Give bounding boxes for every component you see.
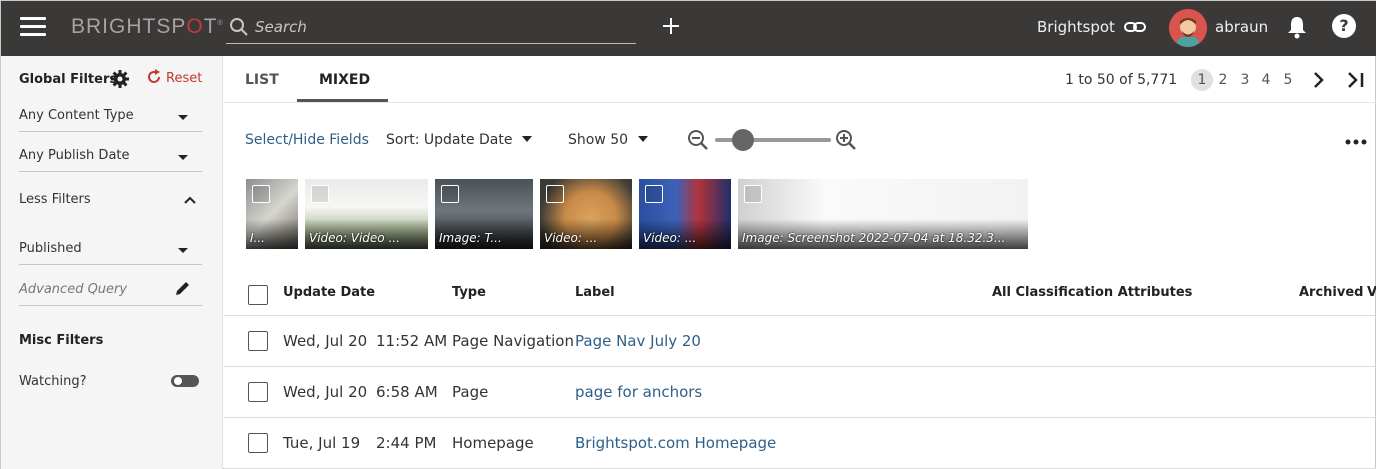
row-time: 11:52 AM <box>376 332 448 350</box>
content-type-select[interactable]: Any Content Type <box>19 108 202 132</box>
row-date: Wed, Jul 20 <box>283 332 368 350</box>
thumbnail-checkbox[interactable] <box>744 185 762 203</box>
column-header-archived[interactable]: Archived <box>1299 285 1364 300</box>
sort-dropdown[interactable]: Sort: Update Date <box>386 132 533 148</box>
page-1[interactable]: 1 <box>1191 69 1213 91</box>
row-checkbox[interactable] <box>248 433 268 453</box>
thumbnail-item[interactable]: Video: Video ... <box>305 179 428 249</box>
table-row[interactable]: Wed, Jul 20 11:52 AM Page Navigation Pag… <box>224 316 1376 367</box>
watching-toggle[interactable] <box>171 375 199 387</box>
column-header-label[interactable]: Label <box>575 285 615 300</box>
column-header-update-date[interactable]: Update Date <box>283 285 375 300</box>
chevron-down-icon <box>522 136 533 142</box>
thumbnail-caption: Image: Screenshot 2022-07-04 at 18.32.3.… <box>742 231 1006 245</box>
help-icon[interactable]: ? <box>1332 14 1356 38</box>
thumbnail-caption: Video: Video ... <box>309 231 400 245</box>
chevron-down-icon <box>178 115 188 120</box>
row-label-link[interactable]: Brightspot.com Homepage <box>575 434 776 452</box>
row-label-link[interactable]: Page Nav July 20 <box>575 332 701 350</box>
misc-filters-title: Misc Filters <box>19 333 104 348</box>
status-select[interactable]: Published <box>19 241 202 265</box>
more-options-icon[interactable] <box>1345 139 1367 145</box>
select-all-checkbox[interactable] <box>248 285 268 305</box>
page-4[interactable]: 4 <box>1256 72 1276 88</box>
show-count-dropdown[interactable]: Show 50 <box>568 132 649 148</box>
reset-label: Reset <box>166 71 203 86</box>
select-hide-fields-link[interactable]: Select/Hide Fields <box>245 132 369 148</box>
hamburger-menu-icon[interactable] <box>20 17 46 37</box>
chevron-down-icon <box>178 155 188 160</box>
thumbnail-checkbox[interactable] <box>311 185 329 203</box>
search-input[interactable] <box>255 15 625 39</box>
row-time: 6:58 AM <box>376 383 438 401</box>
thumbnail-item[interactable]: Video: ... <box>540 179 632 249</box>
filters-sidebar: Global Filters Reset Any Content Type An… <box>1 56 223 469</box>
thumbnail-checkbox[interactable] <box>645 185 663 203</box>
page-5[interactable]: 5 <box>1278 72 1298 88</box>
avatar[interactable] <box>1169 9 1207 47</box>
row-label-link[interactable]: page for anchors <box>575 383 702 401</box>
username[interactable]: abraun <box>1215 18 1268 36</box>
watching-label: Watching? <box>19 374 87 389</box>
thumbnail-item[interactable]: Video: ... <box>639 179 731 249</box>
row-date: Tue, Jul 19 <box>283 434 361 452</box>
row-checkbox[interactable] <box>248 382 268 402</box>
table-row[interactable]: Tue, Jul 19 2:44 PM Homepage Brightspot.… <box>224 418 1376 469</box>
add-content-plus-icon[interactable] <box>659 14 683 38</box>
thumbnail-checkbox[interactable] <box>441 185 459 203</box>
active-tab-indicator <box>297 99 388 102</box>
thumbnail-item[interactable]: Image: T... <box>435 179 533 249</box>
page-2[interactable]: 2 <box>1213 72 1233 88</box>
table-header: Update Date Type Label All Classificatio… <box>224 271 1376 316</box>
less-filters-toggle[interactable]: Less Filters <box>19 192 202 207</box>
search-bar <box>226 12 636 44</box>
global-filters-title: Global Filters <box>19 72 118 87</box>
gear-icon[interactable] <box>110 69 130 89</box>
row-time: 2:44 PM <box>376 434 437 452</box>
result-count: 1 to 50 of 5,771 <box>1065 72 1178 88</box>
thumbnail-caption: Image: T... <box>439 231 502 245</box>
tab-list[interactable]: LIST <box>245 72 279 88</box>
site-selector[interactable]: Brightspot <box>1037 18 1115 36</box>
top-bar: BRIGHTSPOT® Brightspot abraun ? <box>1 1 1376 56</box>
chevron-down-icon <box>638 136 649 142</box>
chevron-up-icon <box>184 196 196 204</box>
search-icon <box>230 18 248 36</box>
thumbnail-caption: Video: ... <box>544 231 598 245</box>
publish-date-select[interactable]: Any Publish Date <box>19 148 202 172</box>
row-type: Page <box>452 383 489 401</box>
thumbnail-checkbox[interactable] <box>252 185 270 203</box>
row-checkbox[interactable] <box>248 331 268 351</box>
reset-icon <box>148 69 160 83</box>
chevron-down-icon <box>178 248 188 253</box>
thumbnail-item[interactable]: Image: Screenshot 2022-07-04 at 18.32.3.… <box>738 179 1028 249</box>
row-type: Page Navigation <box>452 332 574 350</box>
tab-mixed[interactable]: MIXED <box>319 72 370 88</box>
page-3[interactable]: 3 <box>1235 72 1255 88</box>
pencil-icon[interactable] <box>174 279 192 297</box>
table-row[interactable]: Wed, Jul 20 6:58 AM Page page for anchor… <box>224 367 1376 418</box>
thumbnail-checkbox[interactable] <box>546 185 564 203</box>
column-header-classification[interactable]: All Classification Attributes <box>992 285 1192 300</box>
zoom-in-icon[interactable] <box>835 129 857 151</box>
link-icon[interactable] <box>1123 16 1147 38</box>
brightspot-logo[interactable]: BRIGHTSPOT® <box>71 15 224 39</box>
zoom-out-icon[interactable] <box>687 129 709 151</box>
row-date: Wed, Jul 20 <box>283 383 368 401</box>
zoom-slider-thumb[interactable] <box>732 129 754 151</box>
row-type: Homepage <box>452 434 534 452</box>
thumbnail-caption: I... <box>250 231 265 245</box>
column-header-type[interactable]: Type <box>452 285 486 300</box>
thumbnail-item[interactable]: I... <box>246 179 298 249</box>
reset-button[interactable]: Reset <box>146 69 202 86</box>
advanced-query-field[interactable]: Advanced Query <box>19 282 202 306</box>
next-page-icon[interactable] <box>1312 71 1326 89</box>
column-header-truncated[interactable]: V <box>1367 285 1376 300</box>
last-page-icon[interactable] <box>1347 71 1365 89</box>
thumbnail-caption: Video: ... <box>643 231 697 245</box>
notification-bell-icon[interactable] <box>1285 14 1309 40</box>
